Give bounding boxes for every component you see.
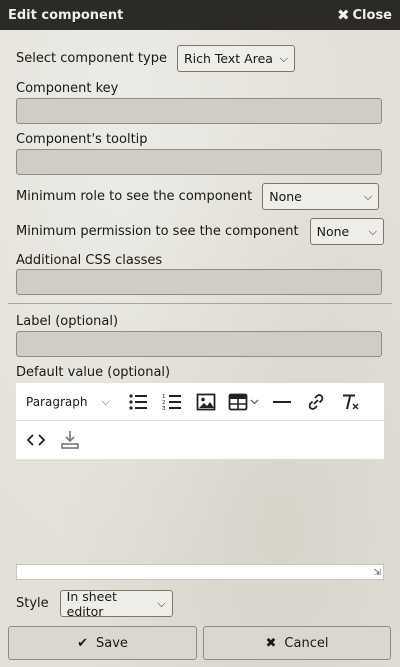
min-role-row: Minimum role to see the component None ⌵ xyxy=(16,183,384,210)
horizontal-rule-icon[interactable] xyxy=(268,388,296,416)
editor-statusbar[interactable]: ⇲ xyxy=(16,564,384,580)
cancel-label: Cancel xyxy=(284,635,329,651)
default-value-label: Default value (optional) xyxy=(16,365,171,380)
table-icon[interactable] xyxy=(226,388,262,416)
style-label: Style xyxy=(16,596,49,611)
chevron-down-icon: ⌵ xyxy=(157,596,166,610)
chevron-down-icon: ⌵ xyxy=(279,51,288,65)
component-key-row: Component key xyxy=(16,81,384,96)
css-classes-input[interactable] xyxy=(16,269,382,295)
edit-component-dialog: Edit component ✖ Close Select component … xyxy=(0,0,400,667)
default-value-row: Default value (optional) xyxy=(16,365,384,380)
component-key-label: Component key xyxy=(16,81,119,96)
min-permission-select[interactable]: None ⌵ xyxy=(309,218,384,245)
component-type-select[interactable]: Rich Text Area ⌵ xyxy=(176,45,295,72)
save-label: Save xyxy=(95,635,128,651)
close-button[interactable]: ✖ Close xyxy=(336,5,392,24)
cancel-button[interactable]: ✖ Cancel xyxy=(203,626,391,660)
svg-text:3: 3 xyxy=(162,406,166,411)
min-permission-label: Minimum permission to see the component xyxy=(16,224,299,239)
source-code-icon[interactable] xyxy=(22,426,50,454)
component-tooltip-row: Component's tooltip xyxy=(16,132,384,147)
check-icon: ✔ xyxy=(77,635,88,651)
dialog-title: Edit component xyxy=(8,7,124,23)
min-permission-value: None xyxy=(316,224,350,239)
link-icon[interactable] xyxy=(302,388,330,416)
numbered-list-icon[interactable]: 123 xyxy=(158,388,186,416)
min-role-label: Minimum role to see the component xyxy=(16,189,253,204)
resize-handle-icon[interactable]: ⇲ xyxy=(373,568,381,578)
min-role-select[interactable]: None ⌵ xyxy=(262,183,380,210)
component-tooltip-input[interactable] xyxy=(16,149,382,175)
min-permission-row: Minimum permission to see the component … xyxy=(16,218,384,245)
dialog-titlebar: Edit component ✖ Close xyxy=(0,0,400,30)
block-format-select[interactable]: Paragraph ⌵ xyxy=(22,395,114,409)
editor-toolbar: Paragraph ⌵ 123 xyxy=(16,383,384,421)
chevron-down-icon: ⌵ xyxy=(363,189,373,203)
chevron-down-icon: ⌵ xyxy=(101,394,110,408)
section-divider xyxy=(8,303,392,304)
css-classes-label: Additional CSS classes xyxy=(16,253,163,268)
rich-text-editor: Paragraph ⌵ 123 xyxy=(16,383,384,583)
style-value: In sheet editor xyxy=(66,588,117,619)
image-icon[interactable] xyxy=(192,388,220,416)
save-button[interactable]: ✔ Save xyxy=(8,626,197,660)
css-classes-row: Additional CSS classes xyxy=(16,253,384,268)
min-role-value: None xyxy=(269,189,302,204)
component-type-row: Select component type Rich Text Area ⌵ xyxy=(16,45,384,72)
label-optional-row: Label (optional) xyxy=(16,314,384,329)
label-optional-input[interactable] xyxy=(16,331,382,357)
editor-toolbar-secondary xyxy=(16,421,384,459)
cancel-icon: ✖ xyxy=(265,635,277,651)
block-format-value: Paragraph xyxy=(26,394,88,409)
clear-format-icon[interactable] xyxy=(336,388,364,416)
close-icon: ✖ xyxy=(336,5,350,24)
style-select[interactable]: In sheet editor ⌵ xyxy=(59,588,173,619)
component-tooltip-label: Component's tooltip xyxy=(16,132,148,147)
component-type-value: Rich Text Area xyxy=(183,51,273,66)
style-row: Style In sheet editor ⌵ xyxy=(16,588,384,619)
bullet-list-icon[interactable] xyxy=(124,388,152,416)
download-icon[interactable] xyxy=(56,426,84,454)
label-optional-label: Label (optional) xyxy=(16,314,119,329)
chevron-down-icon: ⌵ xyxy=(368,224,377,238)
component-key-input[interactable] xyxy=(16,98,382,124)
close-label: Close xyxy=(352,7,392,23)
component-type-label: Select component type xyxy=(16,51,167,66)
